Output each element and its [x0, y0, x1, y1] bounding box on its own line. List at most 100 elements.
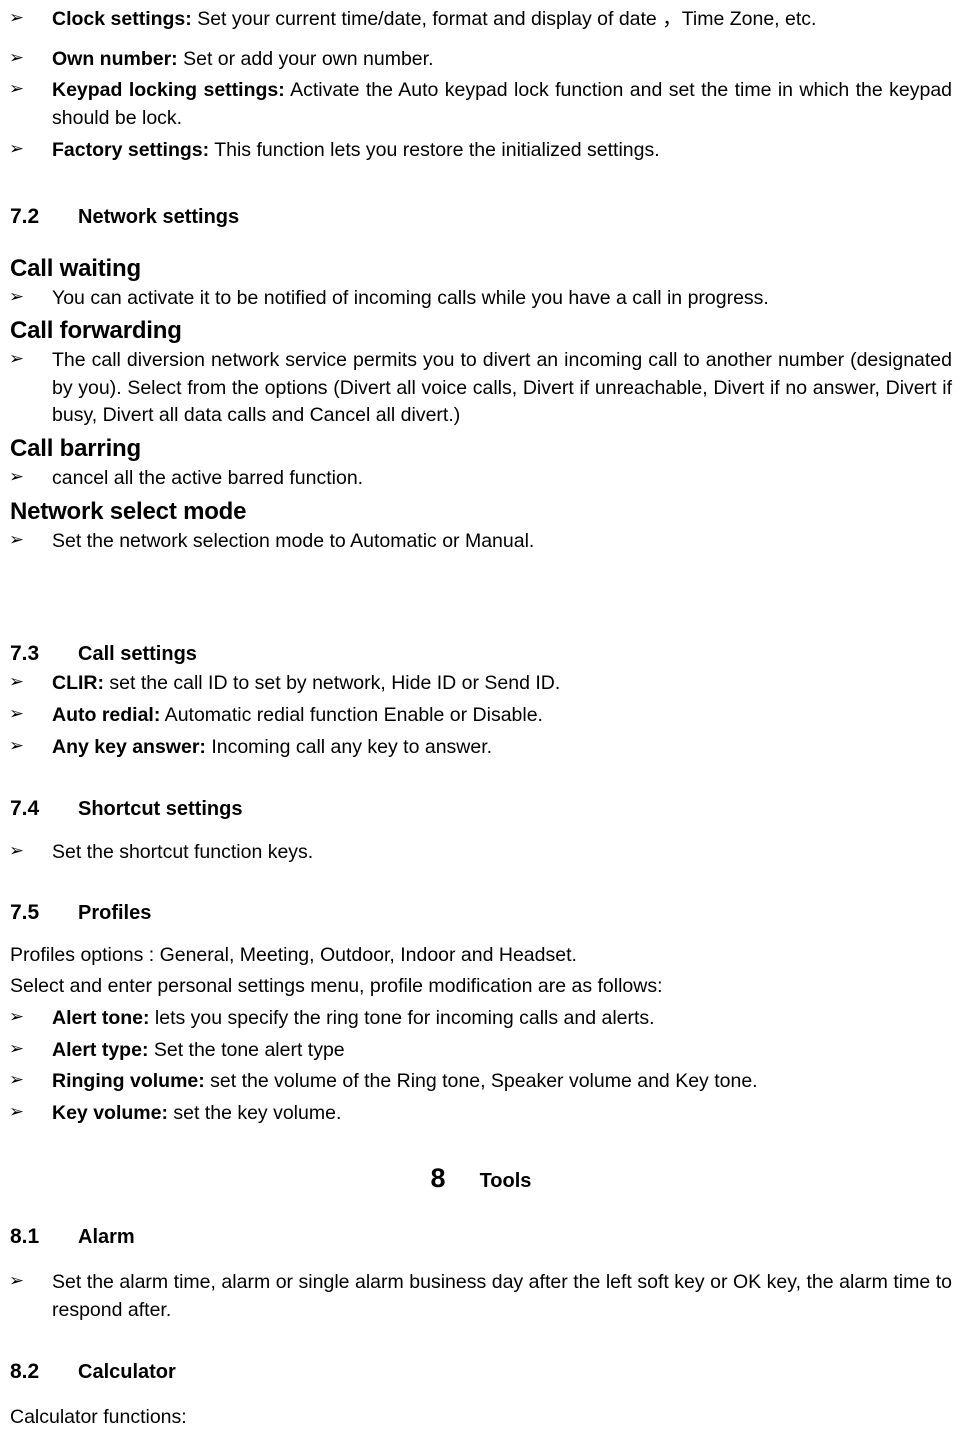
list-item-label: Factory settings: [52, 138, 210, 161]
chapter-title: Tools [479, 1169, 532, 1192]
list-item-text: The call diversion network service permi… [52, 349, 952, 427]
arrow-bullet-icon: ➢ [8, 840, 24, 861]
arrow-bullet-icon: ➢ [8, 735, 24, 756]
list-item-text: set the volume of the Ring tone, Speaker… [204, 1070, 758, 1093]
heading-call-waiting: Call waiting [10, 254, 141, 282]
arrow-bullet-icon: ➢ [8, 286, 24, 307]
list-item: ➢ CLIR: set the call ID to set by networ… [0, 670, 962, 698]
list-item: ➢ Set the shortcut function keys. [0, 839, 962, 867]
list-item-label: Key volume: [52, 1102, 168, 1124]
heading-7-2-number: 7.2 [10, 205, 40, 229]
list-item: ➢ Set the network selection mode to Auto… [0, 528, 962, 556]
arrow-bullet-icon: ➢ [8, 704, 24, 725]
arrow-bullet-icon: ➢ [8, 467, 24, 487]
heading-8-2-title: Calculator [78, 1360, 176, 1383]
arrow-bullet-icon: ➢ [8, 349, 24, 370]
list-item: ➢ Keypad locking settings: Activate the … [0, 77, 962, 132]
arrow-bullet-icon: ➢ [8, 47, 24, 68]
list-item-text: This function lets you restore the initi… [209, 138, 660, 161]
heading-7-2-title: Network settings [78, 206, 240, 229]
list-item-text: Set the network selection mode to Automa… [52, 529, 535, 552]
calculator-intro: Calculator functions: [10, 1405, 187, 1428]
list-item-text: set the call ID to set by network, Hide … [104, 672, 561, 695]
list-item-label: Alert type: [52, 1038, 149, 1061]
arrow-bullet-icon: ➢ [8, 1006, 24, 1027]
arrow-bullet-icon: ➢ [8, 1102, 24, 1122]
list-item-label: Ringing volume: [52, 1070, 205, 1093]
list-item-text: Set the tone alert type [148, 1038, 345, 1061]
list-item-text: cancel all the active barred function. [52, 467, 364, 489]
heading-7-3: 7.3 Call settings [0, 641, 962, 666]
manual-page: ➢ Clock settings: Set your current time/… [0, 0, 962, 1434]
arrow-bullet-icon: ➢ [8, 1038, 24, 1059]
heading-7-5-number: 7.5 [10, 901, 40, 925]
heading-7-3-title: Call settings [78, 643, 197, 666]
profiles-options-line: Profiles options : General, Meeting, Out… [10, 943, 577, 966]
list-item-text: Set or add your own number. [177, 47, 434, 70]
list-item-text: Set your current time/date, format and d… [191, 8, 817, 30]
chapter-number: 8 [430, 1162, 446, 1193]
list-item-label: Clock settings: [52, 8, 192, 30]
heading-8-1: 8.1 Alarm [0, 1224, 962, 1249]
heading-7-4: 7.4 Shortcut settings [0, 796, 962, 821]
heading-7-5-title: Profiles [78, 902, 152, 925]
list-item-label: Any key answer: [52, 735, 206, 758]
heading-7-3-number: 7.3 [10, 642, 40, 666]
list-item: ➢ Alert type: Set the tone alert type [0, 1037, 962, 1065]
list-item: ➢ cancel all the active barred function. [0, 465, 962, 493]
list-item-label: CLIR: [52, 672, 104, 695]
heading-7-4-title: Shortcut settings [78, 797, 243, 820]
list-item-content: Ringing volume: set the volume of the Ri… [52, 1068, 952, 1096]
heading-7-4-number: 7.4 [10, 796, 40, 820]
list-item-text: set the key volume. [167, 1102, 342, 1124]
arrow-bullet-icon: ➢ [8, 8, 24, 28]
list-item-text: Set the shortcut function keys. [52, 840, 314, 863]
arrow-bullet-icon: ➢ [8, 529, 24, 550]
arrow-bullet-icon: ➢ [8, 1271, 24, 1292]
list-item-content: Key volume: set the key volume. [52, 1100, 952, 1128]
heading-7-2: 7.2 Network settings [0, 204, 962, 229]
list-item: ➢ Any key answer: Incoming call any key … [0, 734, 962, 762]
list-item: ➢ Own number: Set or add your own number… [0, 46, 962, 74]
list-item-text: Incoming call any key to answer. [205, 735, 493, 758]
list-item-text: You can activate it to be notified of in… [52, 286, 769, 309]
list-item: ➢ Key volume: set the key volume. [0, 1100, 962, 1128]
arrow-bullet-icon: ➢ [8, 138, 24, 159]
list-item-label: Auto redial: [52, 704, 161, 727]
list-item-content: Factory settings: This function lets you… [52, 137, 952, 165]
list-item-label: Alert tone: [52, 1006, 150, 1029]
list-item: ➢ You can activate it to be notified of … [0, 285, 962, 313]
list-item: ➢ Set the alarm time, alarm or single al… [0, 1269, 962, 1324]
list-item-label: Keypad locking settings: [52, 79, 285, 102]
chapter-heading-8: 8 Tools [0, 1162, 962, 1194]
list-item-text: Automatic redial function Enable or Disa… [160, 704, 543, 727]
list-item-content: Alert tone: lets you specify the ring to… [52, 1005, 952, 1033]
arrow-bullet-icon: ➢ [8, 672, 24, 693]
list-item-content: Own number: Set or add your own number. [52, 46, 952, 74]
heading-8-2-number: 8.2 [10, 1359, 40, 1383]
list-item-content: Any key answer: Incoming call any key to… [52, 734, 952, 762]
heading-8-1-number: 8.1 [10, 1225, 40, 1249]
list-item: ➢ Alert tone: lets you specify the ring … [0, 1005, 962, 1033]
list-item-content: Auto redial: Automatic redial function E… [52, 702, 952, 730]
heading-8-1-title: Alarm [78, 1226, 135, 1249]
list-item: ➢ The call diversion network service per… [0, 347, 962, 430]
profiles-intro-line: Select and enter personal settings menu,… [10, 975, 663, 998]
list-item-content: Clock settings: Set your current time/da… [52, 6, 952, 34]
list-item: ➢ Ringing volume: set the volume of the … [0, 1068, 962, 1096]
heading-call-forwarding: Call forwarding [10, 317, 182, 345]
list-item-content: CLIR: set the call ID to set by network,… [52, 670, 952, 698]
list-item: ➢ Factory settings: This function lets y… [0, 137, 962, 165]
arrow-bullet-icon: ➢ [8, 79, 24, 100]
list-item-text: Set the alarm time, alarm or single alar… [52, 1271, 952, 1321]
heading-7-5: 7.5 Profiles [0, 900, 962, 925]
list-item-content: Keypad locking settings: Activate the Au… [52, 77, 952, 132]
heading-call-barring: Call barring [10, 435, 141, 463]
heading-network-select-mode: Network select mode [10, 497, 247, 525]
heading-8-2: 8.2 Calculator [0, 1359, 962, 1384]
list-item-label: Own number: [52, 47, 178, 70]
list-item-content: Alert type: Set the tone alert type [52, 1037, 952, 1065]
list-item-text: lets you specify the ring tone for incom… [149, 1006, 655, 1029]
list-item: ➢ Auto redial: Automatic redial function… [0, 702, 962, 730]
arrow-bullet-icon: ➢ [8, 1070, 24, 1091]
